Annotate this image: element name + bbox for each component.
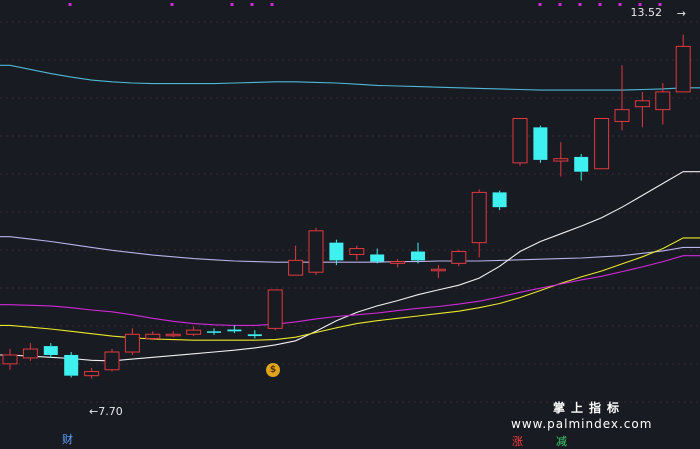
candle-body-down <box>227 329 242 332</box>
candle-body-up <box>471 191 487 244</box>
candlestick-chart[interactable] <box>0 0 700 447</box>
candle-body-down <box>492 192 507 208</box>
candle-body-up <box>186 329 202 335</box>
brand-title: 掌上指标 <box>553 401 626 415</box>
candle-body-up <box>512 118 528 164</box>
candle-body-up <box>288 259 304 276</box>
candle-body-up <box>267 289 283 329</box>
candle-body-up <box>594 118 610 170</box>
candle-body-up <box>390 261 406 264</box>
candle-body-down <box>411 251 425 261</box>
arrow-right-icon: → <box>676 7 686 20</box>
high-price-label: 13.52 <box>630 6 663 19</box>
top-marker <box>598 3 602 6</box>
candle-body-down <box>207 331 221 333</box>
candle-body-down <box>43 346 58 355</box>
candle-body-up <box>430 268 446 272</box>
top-marker <box>170 3 174 6</box>
top-marker <box>250 3 254 6</box>
candle-body-up <box>165 333 181 337</box>
top-marker <box>68 3 72 6</box>
candle-body-down <box>370 254 385 262</box>
candle-body-down <box>247 334 262 337</box>
ma-line-cyan <box>0 64 700 91</box>
candle-body-down <box>574 156 589 172</box>
low-price-label: ←7.70 <box>89 405 123 418</box>
candle-body-up <box>104 351 120 371</box>
candle-body-down <box>329 242 344 261</box>
top-marker <box>618 3 622 6</box>
candle-body-up <box>349 248 365 255</box>
top-marker <box>578 3 582 6</box>
low-price-value: 7.70 <box>98 405 123 418</box>
candle-body-up <box>451 251 467 264</box>
candle-body-down <box>64 354 79 376</box>
candle-body-up <box>2 354 18 365</box>
candle-body-up <box>675 45 691 93</box>
candle-body-up <box>634 100 650 108</box>
top-marker <box>558 3 562 6</box>
candle-body-up <box>124 333 140 353</box>
candle-body-up <box>308 230 324 273</box>
candle-body-up <box>22 348 38 359</box>
moneybag-icon[interactable]: $ <box>266 363 280 377</box>
candle-body-down <box>533 127 548 160</box>
candle-body-up <box>553 158 569 162</box>
candle-body-up <box>84 371 100 377</box>
candle-body-up <box>145 333 161 339</box>
top-marker <box>270 3 274 6</box>
arrow-left-icon: ← <box>89 405 99 418</box>
top-marker <box>538 3 542 6</box>
candle-body-up <box>655 91 671 111</box>
finance-badge[interactable]: 财 <box>62 431 73 447</box>
watermark-url: www.palmindex.com <box>511 417 653 431</box>
top-marker <box>230 3 234 6</box>
ma-line-magenta <box>0 255 700 326</box>
ma-line-white <box>0 171 700 362</box>
candle-body-up <box>614 109 630 122</box>
